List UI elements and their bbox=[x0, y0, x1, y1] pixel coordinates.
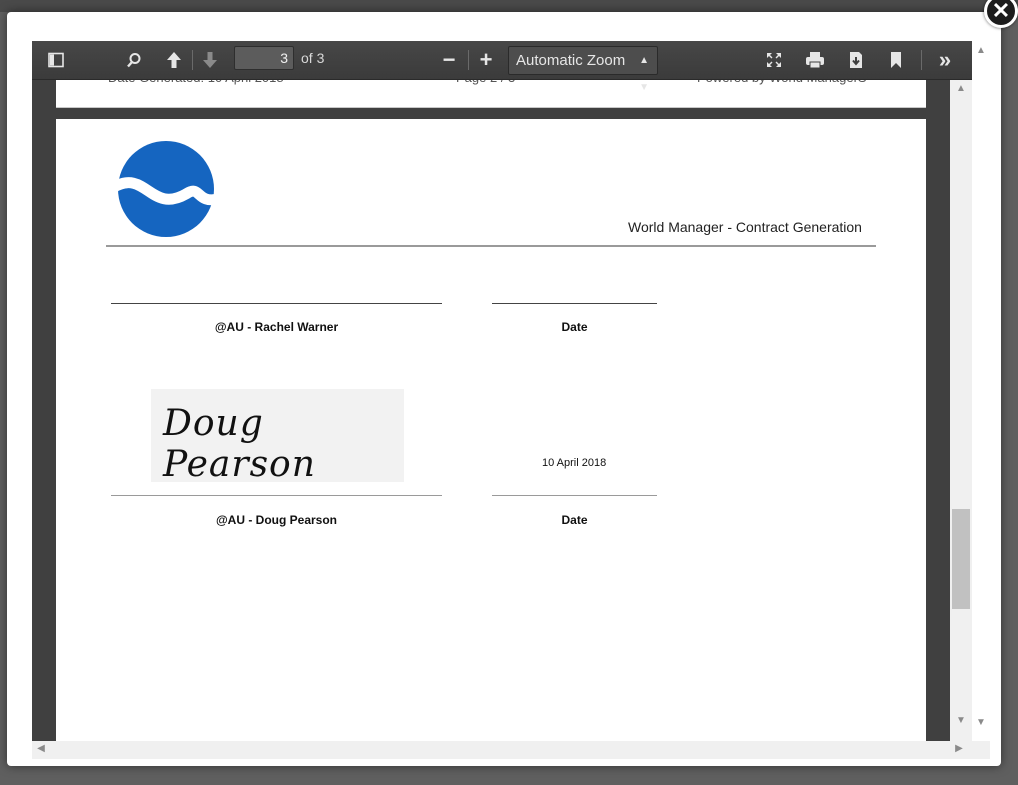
pdf-toolbar: 3 of 3 − + Automatic Zoom ▲ ▼ » bbox=[32, 41, 972, 93]
print-button[interactable] bbox=[802, 46, 828, 74]
signature-image: Doug Pearson bbox=[151, 389, 404, 485]
arrow-up-icon bbox=[167, 52, 181, 68]
sidebar-toggle-button[interactable] bbox=[42, 46, 70, 74]
page-count-label: of 3 bbox=[301, 50, 325, 66]
zoom-select-value: Automatic Zoom bbox=[516, 52, 626, 69]
bookmark-icon bbox=[891, 52, 901, 68]
signatory-name: @AU - Doug Pearson bbox=[215, 513, 338, 527]
handwritten-signature: Doug Pearson bbox=[163, 403, 316, 485]
signature-line bbox=[111, 495, 442, 496]
search-icon bbox=[127, 53, 141, 68]
scroll-left-icon[interactable]: ◀ bbox=[34, 743, 48, 754]
pdf-viewer: 3 of 3 − + Automatic Zoom ▲ ▼ » World Ma… bbox=[32, 41, 990, 759]
download-icon bbox=[850, 52, 862, 68]
date-line bbox=[492, 303, 657, 304]
previous-page-button[interactable] bbox=[162, 46, 186, 74]
zoom-select[interactable]: Automatic Zoom ▲ ▼ bbox=[508, 46, 658, 93]
close-icon: ✕ bbox=[991, 0, 1011, 23]
scroll-down-icon[interactable]: ▼ bbox=[950, 715, 972, 726]
more-tools-button[interactable]: » bbox=[932, 46, 958, 74]
page-number-input[interactable]: 3 bbox=[234, 46, 294, 70]
modal-scroll-up-icon[interactable]: ▲ bbox=[972, 45, 990, 56]
download-button[interactable] bbox=[844, 46, 868, 74]
modal-scroll-down-icon[interactable]: ▼ bbox=[972, 717, 990, 728]
fullscreen-icon bbox=[767, 53, 781, 67]
presentation-mode-button[interactable] bbox=[762, 46, 786, 74]
zoom-out-button[interactable]: − bbox=[437, 46, 461, 74]
document-header-title: World Manager - Contract Generation bbox=[628, 219, 862, 235]
page-backdrop bbox=[0, 0, 1018, 12]
scroll-up-icon[interactable]: ▲ bbox=[950, 83, 972, 94]
next-page-button[interactable] bbox=[198, 46, 222, 74]
signature-line bbox=[111, 303, 442, 304]
signatory-name: @AU - Rachel Warner bbox=[214, 320, 339, 334]
header-divider bbox=[106, 245, 876, 247]
pdf-modal: 3 of 3 − + Automatic Zoom ▲ ▼ » World Ma… bbox=[7, 12, 1001, 766]
scroll-right-icon[interactable]: ▶ bbox=[952, 743, 966, 754]
company-logo bbox=[116, 141, 220, 237]
scrollbar-thumb[interactable] bbox=[952, 509, 970, 609]
find-button[interactable] bbox=[122, 46, 146, 74]
date-label: Date bbox=[561, 513, 588, 527]
toolbar-separator bbox=[468, 50, 469, 70]
modal-scrollbar[interactable]: ▲ ▼ bbox=[972, 41, 990, 759]
toolbar-separator bbox=[921, 50, 922, 70]
sidebar-toggle-icon bbox=[48, 52, 64, 68]
close-modal-button[interactable]: ✕ bbox=[984, 0, 1018, 28]
current-page: World Manager - Contract Generation @AU … bbox=[56, 119, 926, 759]
document-area: Date Generated: 10 April 2018 Page 2 / 3… bbox=[32, 70, 950, 759]
date-line bbox=[492, 495, 657, 496]
date-label: Date bbox=[561, 320, 588, 334]
toolbar-separator bbox=[192, 50, 193, 70]
print-icon bbox=[806, 52, 824, 69]
select-arrows-icon: ▲ ▼ bbox=[639, 55, 649, 93]
signed-date: 10 April 2018 bbox=[542, 457, 607, 469]
previous-page: Date Generated: 10 April 2018 Page 2 / 3… bbox=[56, 70, 926, 108]
zoom-in-button[interactable]: + bbox=[474, 46, 498, 74]
horizontal-scrollbar[interactable]: ◀ ▶ bbox=[32, 741, 990, 759]
bookmark-button[interactable] bbox=[884, 46, 908, 74]
document-scrollbar[interactable]: ▲ ▼ bbox=[950, 79, 972, 759]
arrow-down-icon bbox=[203, 52, 217, 68]
